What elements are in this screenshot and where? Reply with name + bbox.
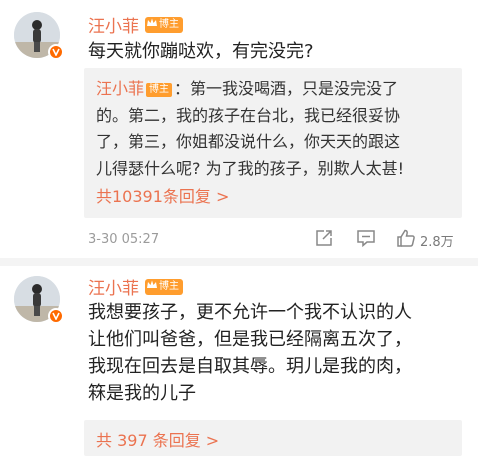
share-button[interactable] xyxy=(314,228,334,252)
replies-box[interactable]: 共 397 条回复 > xyxy=(84,420,462,456)
quote-text-1: ：第一我没喝酒，只是没完没了 xyxy=(174,79,399,98)
quoted-reply[interactable]: 汪小菲 博主 ：第一我没喝酒，只是没完没了 的。第二，我的孩子在台北，我已经很妥协 … xyxy=(84,68,462,218)
verified-v-icon xyxy=(48,44,64,60)
quote-line: 汪小菲 博主 ：第一我没喝酒，只是没完没了 xyxy=(96,76,452,103)
quote-text-2: 的。第二，我的孩子在台北，我已经很妥协 xyxy=(96,105,401,125)
comment-text: 我想要孩子，更不允许一个我不认识的人 让他们叫爸爸，但是我已经隔离五次了， 我现… xyxy=(88,299,468,407)
author-name[interactable]: 汪小菲 xyxy=(88,274,139,299)
like-count: 2.8万 xyxy=(420,234,454,250)
blogger-badge: 博主 xyxy=(145,278,183,295)
divider xyxy=(0,258,478,266)
comment-1: 汪小菲 博主 每天就你蹦哒欢，有完没完? 汪小菲 博主 ：第一我没喝酒，只是没完没了… xyxy=(0,0,478,258)
view-replies-link[interactable]: 共 397 条回复 > xyxy=(84,420,462,451)
blogger-badge: 博主 xyxy=(145,16,183,33)
comment-line: 我现在回去是自取其辱。玥儿是我的肉， xyxy=(88,356,412,377)
author-name[interactable]: 汪小菲 xyxy=(88,12,139,37)
comment-button[interactable] xyxy=(356,228,376,252)
comment-line: 箖是我的儿子 xyxy=(88,383,196,404)
share-icon xyxy=(314,228,334,252)
quote-badge: 博主 xyxy=(146,83,173,97)
comment-line: 让他们叫爸爸，但是我已经隔离五次了， xyxy=(88,329,412,350)
timestamp: 3-30 05:27 xyxy=(88,232,160,247)
badge-label: 博主 xyxy=(159,18,179,30)
comment-text: 每天就你蹦哒欢，有完没完? xyxy=(88,41,314,62)
quote-text-3: 了，第三，你姐都没说什么，你天天的跟这 xyxy=(96,132,401,151)
quote-text-4: 儿得瑟什么呢? 为了我的孩子，别欺人太甚! xyxy=(96,158,404,178)
quote-author[interactable]: 汪小菲 xyxy=(96,79,144,98)
view-replies-link[interactable]: 共10391条回复 > xyxy=(96,184,452,211)
crown-icon xyxy=(147,17,157,33)
comment-2: 汪小菲 博主 我想要孩子，更不允许一个我不认识的人 让他们叫爸爸，但是我已经隔离… xyxy=(0,266,478,466)
like-icon xyxy=(396,228,416,252)
comment-icon xyxy=(356,228,376,252)
crown-icon xyxy=(147,279,157,295)
verified-v-icon xyxy=(48,308,64,324)
comment-line: 我想要孩子，更不允许一个我不认识的人 xyxy=(88,302,412,323)
badge-label: 博主 xyxy=(159,280,179,292)
like-button[interactable]: 2.8万 xyxy=(396,228,454,252)
